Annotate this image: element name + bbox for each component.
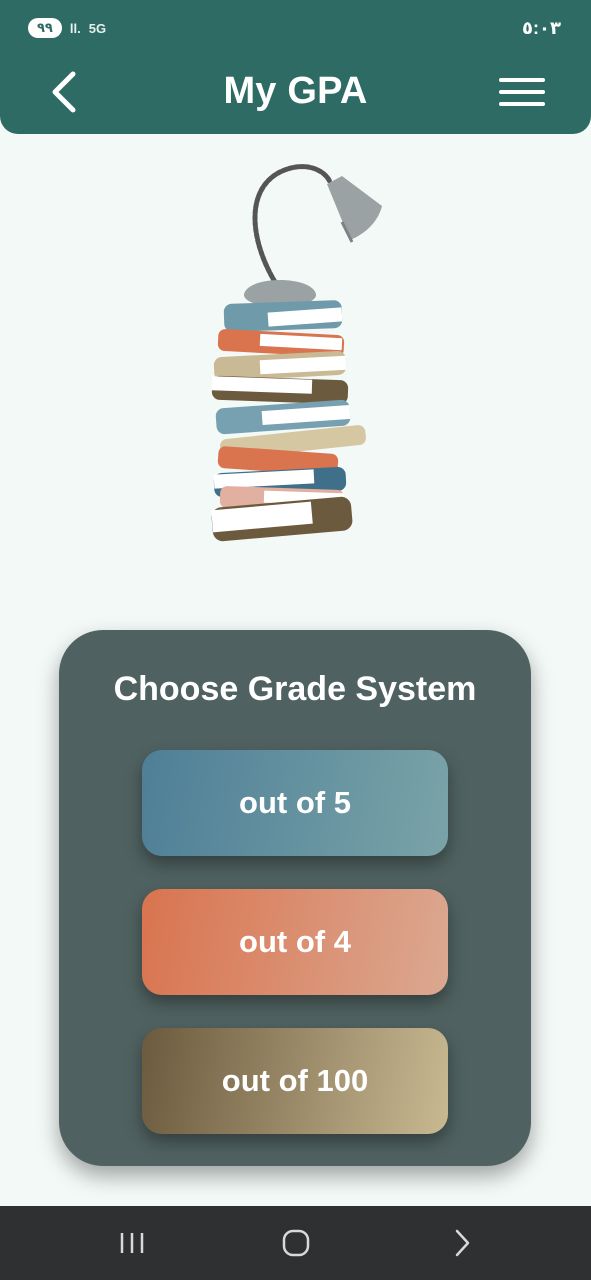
status-bar: ٩٩ ll. 5G ٥:٠٣ bbox=[0, 0, 591, 58]
home-icon bbox=[282, 1229, 310, 1257]
status-time: ٥:٠٣ bbox=[522, 18, 561, 38]
network-type: 5G bbox=[88, 20, 107, 36]
card-title: Choose Grade System bbox=[113, 670, 477, 708]
home-button[interactable] bbox=[266, 1220, 326, 1266]
system-nav-bar bbox=[0, 1206, 591, 1280]
out-of-100-button[interactable]: out of 100 bbox=[142, 1028, 448, 1134]
hamburger-menu-icon bbox=[499, 78, 545, 82]
books-lamp-illustration bbox=[211, 164, 382, 542]
recents-icon bbox=[120, 1233, 144, 1253]
status-indicators: ٩٩ ll. 5G bbox=[28, 18, 106, 38]
nav-back-button[interactable] bbox=[432, 1220, 492, 1266]
menu-button[interactable] bbox=[499, 70, 555, 114]
back-icon bbox=[455, 1229, 470, 1257]
hamburger-menu-icon-line bbox=[499, 102, 545, 106]
out-of-5-button[interactable]: out of 5 bbox=[142, 750, 448, 856]
signal-icon: ll. bbox=[69, 20, 81, 36]
grade-system-card: Choose Grade System out of 5 out of 4 ou… bbox=[59, 630, 531, 1166]
hamburger-menu-icon-line bbox=[499, 90, 545, 94]
out-of-4-button[interactable]: out of 4 bbox=[142, 889, 448, 995]
app-bar: My GPA bbox=[0, 58, 591, 134]
recents-button[interactable] bbox=[102, 1220, 162, 1266]
battery-indicator: ٩٩ bbox=[28, 18, 62, 38]
